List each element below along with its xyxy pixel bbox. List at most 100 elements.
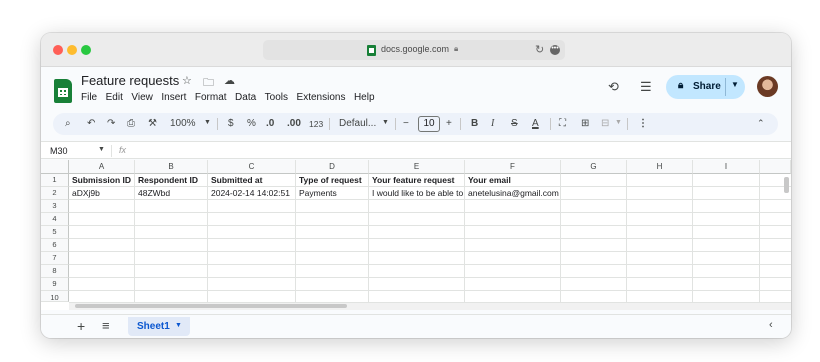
decrease-font-size-button[interactable]: −: [403, 118, 409, 129]
menu-data[interactable]: Data: [235, 92, 256, 103]
menu-format[interactable]: Format: [195, 92, 227, 103]
cell-c2[interactable]: 2024-02-14 14:02:51: [208, 187, 295, 200]
more-icon[interactable]: •••: [550, 45, 560, 55]
print-icon[interactable]: ⎙: [127, 118, 135, 129]
collapse-tabs-chevron-icon[interactable]: ‹: [769, 319, 773, 331]
cloud-status-icon[interactable]: ☁︎: [224, 74, 235, 87]
menu-insert[interactable]: Insert: [161, 92, 186, 103]
font-select[interactable]: Defaul...: [339, 118, 376, 129]
reload-icon[interactable]: ↻: [535, 43, 544, 56]
row-header-4[interactable]: 4: [41, 213, 69, 226]
redo-icon[interactable]: ↷: [107, 118, 115, 129]
merge-chevron-down-icon[interactable]: ▼: [615, 119, 622, 126]
star-icon[interactable]: ☆: [182, 74, 192, 87]
row-header-5[interactable]: 5: [41, 226, 69, 239]
row-header-3[interactable]: 3: [41, 200, 69, 213]
cell-e2[interactable]: I would like to be able to: [369, 187, 464, 200]
cell-c1[interactable]: Submitted at: [208, 174, 295, 187]
cell-b1[interactable]: Respondent ID: [135, 174, 207, 187]
zoom-chevron-down-icon[interactable]: ▼: [204, 119, 211, 126]
add-sheet-icon[interactable]: +: [77, 318, 85, 334]
sheet-tab-bar: + ≡ Sheet1 ▼ ‹: [41, 314, 791, 338]
sheet-tab-sheet1[interactable]: Sheet1 ▼: [128, 317, 190, 336]
cell-e1[interactable]: Your feature request: [369, 174, 464, 187]
cell-f2[interactable]: anetelusina@gmail.com: [465, 187, 560, 200]
column-header-h[interactable]: H: [627, 160, 693, 174]
column-header-b[interactable]: B: [135, 160, 208, 174]
collapse-toolbar-chevron-icon[interactable]: ⌃: [757, 118, 765, 129]
all-sheets-icon[interactable]: ≡: [102, 318, 110, 333]
undo-icon[interactable]: ↶: [87, 118, 95, 129]
bold-button[interactable]: B: [471, 118, 478, 129]
percent-format-button[interactable]: %: [247, 118, 256, 129]
text-color-button[interactable]: A: [532, 118, 539, 129]
italic-button[interactable]: I: [491, 118, 494, 129]
avatar[interactable]: [757, 76, 778, 97]
merge-cells-icon[interactable]: ⊟: [601, 118, 609, 129]
menu-extensions[interactable]: Extensions: [297, 92, 346, 103]
share-label: Share: [693, 81, 721, 92]
more-formats-button[interactable]: 123: [309, 119, 323, 129]
share-options-chevron-icon[interactable]: ▼: [731, 80, 739, 89]
zoom-window-button[interactable]: [81, 45, 91, 55]
row-header-1[interactable]: 1: [41, 174, 69, 187]
row-header-9[interactable]: 9: [41, 278, 69, 291]
cell-d1[interactable]: Type of request: [296, 174, 368, 187]
font-size-input[interactable]: 10: [418, 116, 440, 132]
decrease-decimal-button[interactable]: .0: [266, 118, 274, 129]
column-header-e[interactable]: E: [369, 160, 465, 174]
move-folder-icon[interactable]: 🗀︎: [203, 74, 214, 93]
share-button[interactable]: 🔒︎ Share ▼: [666, 75, 745, 99]
cell-b2[interactable]: 48ZWbd: [135, 187, 207, 200]
font-chevron-down-icon[interactable]: ▼: [382, 119, 389, 126]
cell-f1[interactable]: Your email: [465, 174, 560, 187]
strikethrough-button[interactable]: S: [511, 118, 518, 129]
vertical-scrollbar-thumb[interactable]: [784, 177, 789, 193]
more-options-icon[interactable]: ⋮: [638, 118, 648, 129]
browser-titlebar: docs.google.com 🔒︎ ↻ •••: [41, 33, 791, 67]
menu-tools[interactable]: Tools: [265, 92, 288, 103]
row-header-7[interactable]: 7: [41, 252, 69, 265]
menu-file[interactable]: File: [81, 92, 97, 103]
increase-decimal-button[interactable]: .00: [287, 118, 301, 129]
sheets-logo-icon[interactable]: [54, 79, 72, 103]
zoom-select[interactable]: 100%: [170, 118, 196, 129]
column-header-f[interactable]: F: [465, 160, 561, 174]
sheet-tab-chevron-down-icon[interactable]: ▼: [175, 322, 182, 329]
minimize-window-button[interactable]: [67, 45, 77, 55]
name-box[interactable]: M30: [50, 146, 68, 156]
row-header-2[interactable]: 2: [41, 187, 69, 200]
address-bar[interactable]: docs.google.com 🔒︎ ↻ •••: [263, 40, 565, 60]
toolbar: ⌕ ↶ ↷ ⎙ ⚒ 100% ▼ $ % .0 .00 123 Defaul..…: [53, 113, 778, 135]
spreadsheet-grid[interactable]: A B C D E F G H I 1 2 3 4 5 6 7 8 9 10 S…: [41, 160, 791, 310]
currency-format-button[interactable]: $: [228, 118, 234, 129]
name-box-chevron-down-icon[interactable]: ▼: [98, 146, 105, 153]
close-window-button[interactable]: [53, 45, 63, 55]
cell-a2[interactable]: aDXj9b: [69, 187, 134, 200]
column-header-a[interactable]: A: [69, 160, 135, 174]
column-header-partial[interactable]: [760, 160, 791, 174]
search-menus-icon[interactable]: ⌕: [65, 118, 71, 129]
row-header-6[interactable]: 6: [41, 239, 69, 252]
column-header-g[interactable]: G: [561, 160, 627, 174]
document-title[interactable]: Feature requests: [81, 73, 179, 88]
select-all-corner[interactable]: [41, 160, 69, 174]
menu-view[interactable]: View: [131, 92, 153, 103]
row-header-8[interactable]: 8: [41, 265, 69, 278]
column-header-c[interactable]: C: [208, 160, 296, 174]
increase-font-size-button[interactable]: +: [446, 118, 452, 129]
cell-a1[interactable]: Submission ID: [69, 174, 134, 187]
column-header-d[interactable]: D: [296, 160, 369, 174]
borders-icon[interactable]: ⊞: [581, 118, 589, 129]
row-header-10[interactable]: 10: [41, 291, 69, 302]
horizontal-scrollbar-thumb[interactable]: [75, 304, 347, 308]
comments-icon[interactable]: ☰: [640, 79, 652, 95]
fill-color-icon[interactable]: ⛶: [559, 118, 566, 129]
menu-help[interactable]: Help: [354, 92, 375, 103]
sheets-favicon-icon: [367, 45, 376, 56]
version-history-icon[interactable]: ⟲: [608, 79, 619, 95]
cell-d2[interactable]: Payments: [296, 187, 368, 200]
paint-format-icon[interactable]: ⚒: [148, 118, 157, 129]
menu-edit[interactable]: Edit: [106, 92, 123, 103]
column-header-i[interactable]: I: [693, 160, 760, 174]
